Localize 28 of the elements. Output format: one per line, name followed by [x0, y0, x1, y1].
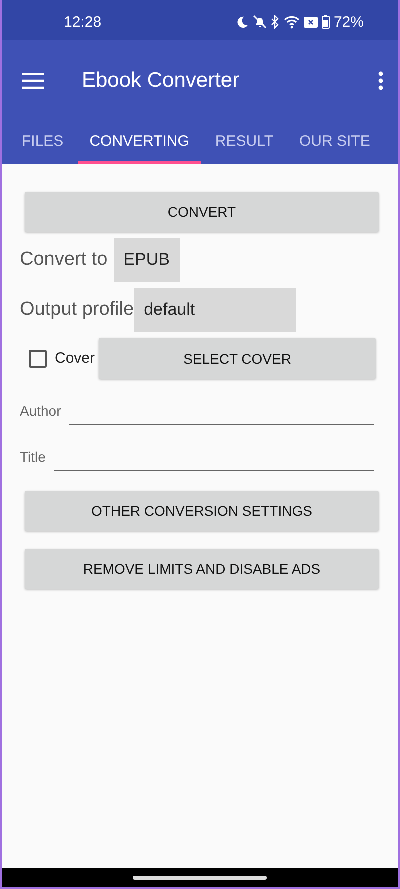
tab[interactable]: OUR SITE: [288, 122, 382, 164]
home-handle[interactable]: [133, 876, 267, 880]
field-label: Title: [20, 449, 46, 467]
convert-button[interactable]: CONVERT: [25, 192, 379, 232]
sim-icon: [304, 16, 318, 28]
wifi-icon: [284, 16, 300, 28]
bluetooth-icon: [270, 15, 280, 29]
select-cover-button[interactable]: SELECT COVER: [99, 338, 376, 379]
status-time: 12:28: [64, 14, 103, 30]
cover-label: Cover: [55, 350, 96, 367]
tab[interactable]: FILES: [10, 122, 76, 164]
cover-checkbox[interactable]: [29, 350, 47, 368]
tab[interactable]: RESULT: [203, 122, 286, 164]
bell-off-icon: [252, 15, 267, 29]
profile-dropdown[interactable]: default: [134, 288, 296, 332]
settings-button[interactable]: REMOVE LIMITS AND DISABLE ADS: [25, 549, 379, 589]
battery-icon: [322, 15, 330, 29]
battery-percent: 72%: [334, 14, 364, 30]
output-profile-label: Output profile: [20, 299, 134, 321]
format-dropdown[interactable]: EPUB: [114, 238, 180, 282]
moon-icon: [236, 16, 249, 28]
field-label: Author: [20, 403, 62, 421]
tab[interactable]: CONVERTING: [78, 122, 202, 164]
more-options-icon[interactable]: [378, 71, 384, 91]
menu-icon[interactable]: [22, 73, 44, 89]
convert-to-label: Convert to: [20, 249, 108, 271]
app-title: Ebook Converter: [82, 69, 241, 93]
settings-button[interactable]: OTHER CONVERSION SETTINGS: [25, 491, 379, 531]
